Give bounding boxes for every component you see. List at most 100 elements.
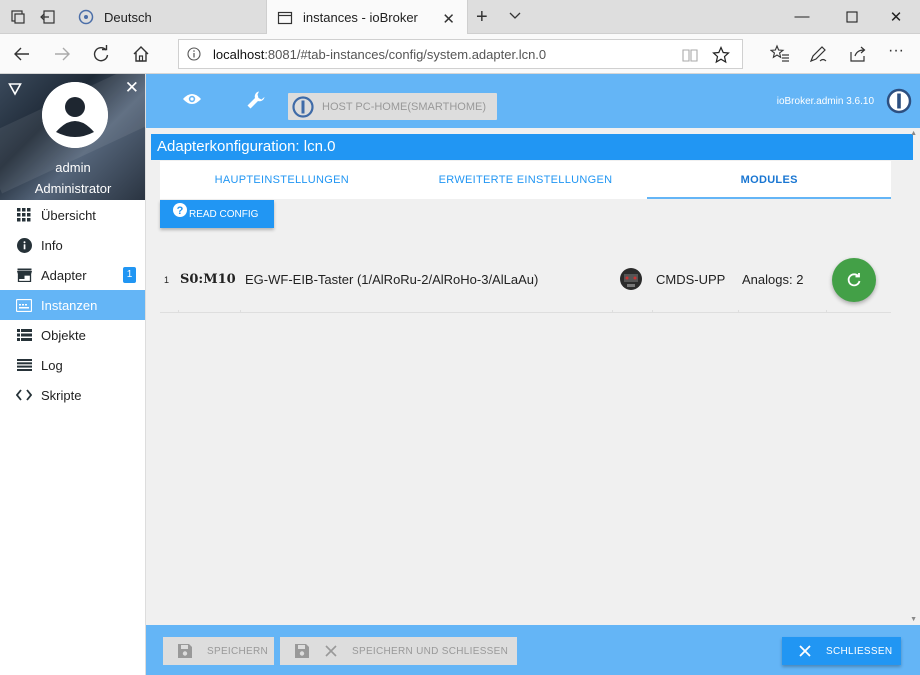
info-icon: [16, 237, 32, 253]
forward-icon[interactable]: [52, 44, 72, 64]
address-bar: localhost:8081/#tab-instances/config/sys…: [0, 34, 920, 74]
avatar: [42, 82, 108, 148]
save-label: SPEICHERN: [207, 645, 269, 657]
tab-back-icon[interactable]: [40, 9, 56, 25]
module-index: 1: [164, 275, 170, 285]
user-profile: ✕ admin Administrator: [0, 74, 145, 200]
page-title: Adapterkonfiguration: lcn.0: [151, 134, 913, 160]
sidebar-menu: Übersicht Info Adapter 1 Instanzen Objek…: [0, 200, 145, 410]
url-host: localhost: [213, 46, 265, 62]
store-icon: [16, 268, 32, 282]
close-sidebar-icon[interactable]: ✕: [125, 78, 139, 98]
sidebar: ✕ admin Administrator Übersicht Info Ada…: [0, 74, 146, 675]
list-icon: [16, 329, 32, 341]
sidebar-item-log[interactable]: Log: [0, 350, 145, 380]
tab-label: Deutsch: [104, 9, 152, 25]
reading-view-icon[interactable]: [682, 47, 698, 63]
eye-icon[interactable]: [182, 92, 202, 106]
module-type: CMDS-UPP: [656, 272, 726, 287]
favorites-icon[interactable]: [770, 44, 790, 64]
tab-instances[interactable]: instances - ioBroker ✕: [266, 0, 468, 35]
lines-icon: [16, 359, 32, 371]
minimize-icon[interactable]: —: [792, 8, 812, 25]
url-input[interactable]: localhost:8081/#tab-instances/config/sys…: [178, 39, 743, 69]
column-divider: [240, 310, 241, 313]
favorite-star-icon[interactable]: [712, 46, 730, 64]
tab-manager-icon[interactable]: [10, 9, 26, 25]
window-close-icon[interactable]: ✕: [886, 8, 906, 26]
sidebar-item-objekte[interactable]: Objekte: [0, 320, 145, 350]
close-button[interactable]: SCHLIESSEN: [782, 637, 901, 665]
tab-deutsch[interactable]: Deutsch: [70, 0, 265, 34]
pen-icon[interactable]: [808, 44, 828, 64]
close-label: SCHLIESSEN: [826, 645, 893, 657]
refresh-icon[interactable]: [91, 44, 111, 64]
sidebar-item-label: Instanzen: [41, 297, 98, 313]
help-icon: ?: [173, 203, 187, 217]
filter-icon[interactable]: [8, 82, 22, 96]
more-icon[interactable]: ···: [888, 42, 908, 62]
save-button[interactable]: SPEICHERN: [163, 637, 274, 665]
maximize-icon[interactable]: [842, 11, 862, 23]
column-divider: [612, 310, 613, 313]
close-icon: [325, 645, 337, 657]
sidebar-item-adapter[interactable]: Adapter 1: [0, 260, 145, 290]
sidebar-item-label: Info: [41, 237, 63, 253]
table-row: 1 S0:M10 EG-WF-EIB-Taster (1/AlRoRu-2/Al…: [160, 250, 891, 313]
tab-haupteinstellungen[interactable]: HAUPTEINSTELLUNGEN: [160, 161, 404, 199]
admin-version: ioBroker.admin 3.6.10: [776, 96, 874, 107]
read-config-button[interactable]: ? READ CONFIG: [160, 200, 274, 228]
host-label: HOST PC-HOME(SMARTHOME): [322, 100, 486, 113]
sidebar-item-instanzen[interactable]: Instanzen: [0, 290, 145, 320]
save-and-close-label: SPEICHERN UND SCHLIESSEN: [352, 645, 509, 657]
scroll-up-icon[interactable]: ▲: [910, 130, 917, 137]
url-path: :8081/#tab-instances/config/system.adapt…: [264, 46, 547, 62]
tab-modules[interactable]: MODULES: [647, 161, 892, 199]
scroll-down-icon[interactable]: ▼: [910, 616, 917, 623]
footer-bar: SPEICHERN SPEICHERN UND SCHLIESSEN SCHLI…: [146, 625, 920, 675]
chevron-down-icon[interactable]: [508, 9, 522, 23]
scrollbar[interactable]: ▲ ▼: [908, 128, 920, 625]
refresh-icon: [847, 273, 861, 287]
new-tab-icon[interactable]: +: [476, 6, 488, 29]
page-icon: [277, 11, 293, 24]
browser-tab-bar: Deutsch instances - ioBroker ✕ + — ✕: [0, 0, 920, 35]
module-refresh-button[interactable]: [832, 258, 876, 302]
update-count-badge: 1: [123, 267, 136, 283]
module-address: S0:M10: [180, 272, 236, 287]
iobroker-brand-icon: [886, 88, 912, 114]
sidebar-item-label: Objekte: [41, 327, 86, 343]
home-icon[interactable]: [131, 44, 151, 64]
grid-icon: [17, 208, 31, 222]
column-divider: [738, 310, 739, 313]
column-divider: [652, 310, 653, 313]
column-divider: [826, 310, 827, 313]
save-and-close-button[interactable]: SPEICHERN UND SCHLIESSEN: [280, 637, 517, 665]
sidebar-item-label: Skripte: [41, 387, 82, 403]
user-role: Administrator: [34, 181, 112, 196]
sidebar-item-label: Log: [41, 357, 63, 373]
sidebar-item-label: Übersicht: [41, 207, 96, 223]
sidebar-item-info[interactable]: Info: [0, 230, 145, 260]
user-name: admin: [55, 160, 91, 175]
back-icon[interactable]: [12, 44, 32, 64]
close-icon[interactable]: ✕: [442, 10, 455, 28]
module-analogs: Analogs: 2: [742, 272, 804, 287]
config-tabs: HAUPTEINSTELLUNGEN ERWEITERTE EINSTELLUN…: [160, 161, 892, 199]
svg-text:?: ?: [177, 205, 184, 217]
code-icon: [16, 389, 32, 401]
close-icon: [799, 645, 811, 657]
tab-erweiterte-einstellungen[interactable]: ERWEITERTE EINSTELLUNGEN: [404, 161, 648, 199]
module-device-icon: [620, 268, 642, 290]
site-info-icon[interactable]: [187, 47, 201, 61]
sidebar-item-skripte[interactable]: Skripte: [0, 380, 145, 410]
read-config-label: READ CONFIG: [189, 208, 259, 220]
instances-icon: [16, 298, 32, 312]
sidebar-item-label: Adapter: [41, 267, 87, 283]
column-divider: [178, 310, 179, 313]
share-icon[interactable]: [848, 44, 868, 64]
iobroker-logo-icon: [292, 95, 314, 118]
sidebar-item-uebersicht[interactable]: Übersicht: [0, 200, 145, 230]
host-select-button[interactable]: HOST PC-HOME(SMARTHOME): [288, 93, 497, 120]
wrench-icon[interactable]: [246, 90, 266, 110]
